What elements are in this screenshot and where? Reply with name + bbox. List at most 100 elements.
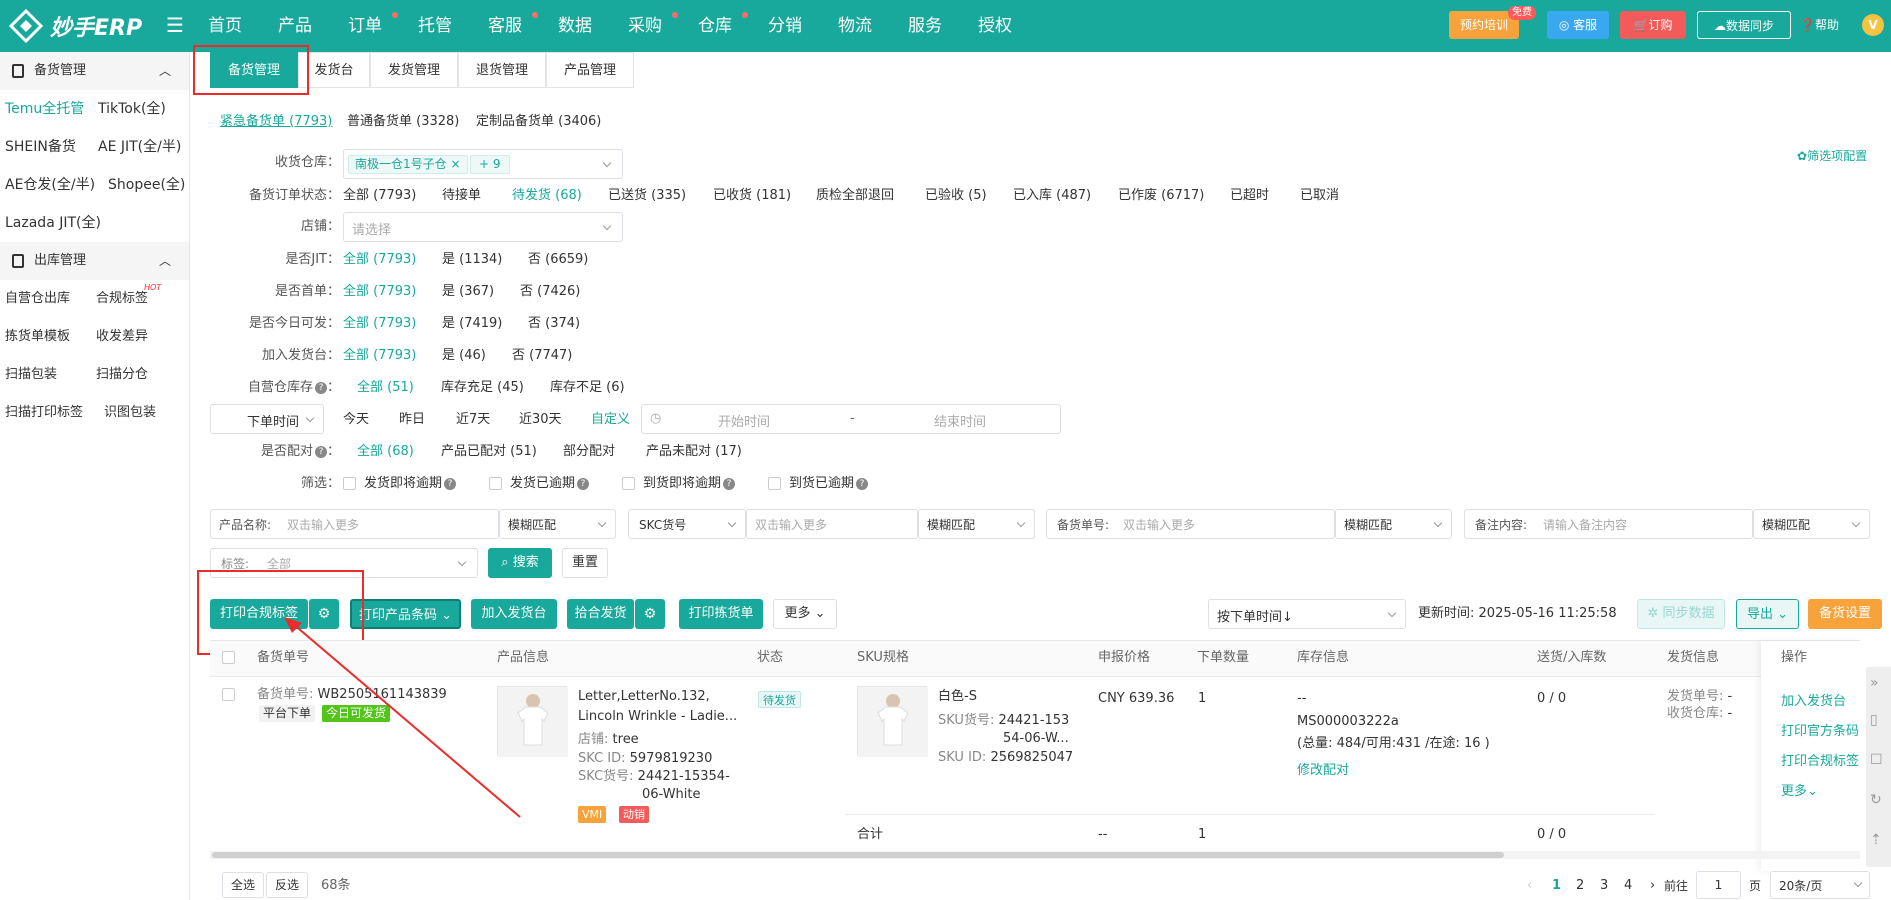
checkbox-arrive-overdue[interactable]	[768, 477, 781, 490]
sidebar-group-outbound[interactable]: 出库管理 ︿	[0, 242, 189, 280]
nav-logistics[interactable]: 物流	[830, 0, 880, 52]
more-actions-button[interactable]: 更多 ⌄	[773, 599, 837, 629]
nav-data[interactable]: 数据	[550, 0, 600, 52]
desk-no[interactable]: 否 (7747)	[512, 346, 572, 366]
op-print-barcode[interactable]: 打印官方条码	[1781, 723, 1859, 741]
status-delivered[interactable]: 已送货 (335)	[608, 186, 686, 206]
today-all[interactable]: 全部 (7793)	[343, 314, 416, 334]
checkbox-ship-soon[interactable]	[343, 477, 356, 490]
order-match-select[interactable]: 模糊匹配	[1335, 509, 1452, 539]
nav-services[interactable]: 服务	[900, 0, 950, 52]
nav-purchase[interactable]: 采购	[620, 0, 678, 52]
today-yes[interactable]: 是 (7419)	[442, 314, 502, 334]
page-1[interactable]: 1	[1552, 876, 1561, 896]
brand-logo[interactable]: 妙手ERP	[8, 8, 142, 44]
nav-order[interactable]: 订单	[340, 0, 398, 52]
desk-yes[interactable]: 是 (46)	[442, 346, 486, 366]
order-no-field[interactable]: 备货单号: 双击输入更多	[1046, 509, 1335, 539]
data-sync-button[interactable]: ☁数据同步	[1697, 11, 1791, 39]
nav-auth[interactable]: 授权	[970, 0, 1020, 52]
sidebar-group-stock[interactable]: 备货管理 ︿	[0, 52, 189, 90]
help-icon[interactable]: ?	[577, 477, 590, 490]
time-custom[interactable]: 自定义	[591, 410, 630, 430]
sidebar-item-compliance-label[interactable]: 合规标签	[96, 289, 148, 309]
next-page-icon[interactable]: ›	[1650, 876, 1655, 896]
prev-page-icon[interactable]: ‹	[1527, 876, 1532, 896]
time-today[interactable]: 今天	[343, 410, 369, 430]
status-stocked[interactable]: 已入库 (487)	[1013, 186, 1091, 206]
tab-shipping[interactable]: 发货管理	[370, 52, 458, 88]
sidebar-item-diff[interactable]: 收发差异	[96, 327, 148, 347]
checkbox-arrive-soon[interactable]	[622, 477, 635, 490]
stock-all[interactable]: 全部 (51)	[357, 378, 414, 398]
help-icon[interactable]: ?	[314, 445, 327, 458]
skc-match-select[interactable]: 模糊匹配	[918, 509, 1035, 539]
skc-type-select[interactable]: SKC货号	[628, 509, 746, 539]
jit-yes[interactable]: 是 (1134)	[442, 250, 502, 270]
feedback-icon[interactable]: ☐	[1870, 752, 1883, 768]
first-no[interactable]: 否 (7426)	[520, 282, 580, 302]
sidebar-item-temu[interactable]: Temu全托管	[5, 99, 84, 119]
subtab-custom[interactable]: 定制品备货单 (3406)	[476, 112, 601, 132]
tag-select[interactable]: 标签: 全部	[210, 548, 478, 578]
help-icon[interactable]: ?	[723, 477, 736, 490]
page-2[interactable]: 2	[1576, 876, 1584, 896]
sidebar-item-pick-template[interactable]: 拣货单模板	[5, 327, 70, 347]
status-returned[interactable]: 质检全部退回	[816, 186, 894, 206]
reset-button[interactable]: 重置	[562, 548, 608, 578]
status-inspected[interactable]: 已验收 (5)	[925, 186, 987, 206]
order-button[interactable]: 🛒订购	[1620, 11, 1686, 39]
nav-distribution[interactable]: 分销	[760, 0, 810, 52]
collapse-icon[interactable]: »	[1870, 675, 1879, 691]
row-checkbox[interactable]	[222, 688, 235, 701]
first-yes[interactable]: 是 (367)	[442, 282, 494, 302]
help-icon[interactable]: ?	[856, 477, 869, 490]
today-no[interactable]: 否 (374)	[528, 314, 580, 334]
note-match-select[interactable]: 模糊匹配	[1753, 509, 1870, 539]
desk-all[interactable]: 全部 (7793)	[343, 346, 416, 366]
page-input[interactable]: 1	[1696, 871, 1741, 899]
help-icon[interactable]: ?	[314, 381, 327, 394]
help-icon[interactable]: ?	[444, 477, 457, 490]
skc-input[interactable]: 双击输入更多	[746, 509, 918, 539]
first-all[interactable]: 全部 (7793)	[343, 282, 416, 302]
match-partial[interactable]: 部分配对	[563, 442, 615, 462]
select-all-button[interactable]: 全选	[222, 872, 264, 898]
sync-data-button[interactable]: ✲ 同步数据	[1637, 599, 1725, 629]
note-field[interactable]: 备注内容: 请输入备注内容	[1464, 509, 1753, 539]
sidebar-item-scan-split[interactable]: 扫描分仓	[96, 365, 148, 385]
product-match-select[interactable]: 模糊匹配	[499, 509, 616, 539]
checkbox-ship-overdue[interactable]	[489, 477, 502, 490]
menu-toggle-icon[interactable]: ☰	[166, 14, 186, 36]
sidebar-item-image-pack[interactable]: 识图包装	[104, 403, 156, 423]
status-timeout[interactable]: 已超时	[1230, 186, 1269, 206]
subtab-normal[interactable]: 普通备货单 (3328)	[347, 112, 459, 132]
status-pending-accept[interactable]: 待接单	[442, 186, 481, 206]
tab-products[interactable]: 产品管理	[546, 52, 634, 88]
op-more[interactable]: 更多⌄	[1781, 783, 1818, 801]
tab-returns[interactable]: 退货管理	[458, 52, 546, 88]
stock-settings-button[interactable]: 备货设置	[1808, 599, 1882, 629]
phone-icon[interactable]: ▯	[1870, 712, 1878, 728]
nav-service[interactable]: 客服	[480, 0, 538, 52]
avatar[interactable]: V	[1862, 14, 1884, 36]
jit-no[interactable]: 否 (6659)	[528, 250, 588, 270]
sku-image[interactable]	[857, 686, 928, 757]
nav-product[interactable]: 产品	[270, 0, 320, 52]
time-7days[interactable]: 近7天	[456, 410, 490, 430]
help-link[interactable]: ❓帮助	[1800, 16, 1839, 33]
sidebar-item-self-outbound[interactable]: 自营仓出库	[5, 289, 70, 309]
op-add-desk[interactable]: 加入发货台	[1781, 693, 1846, 711]
warehouse-select[interactable]: 南极一仓1号子仓 × + 9	[343, 149, 623, 179]
shop-select[interactable]: 请选择	[343, 212, 623, 242]
service-button[interactable]: ◎ 客服	[1547, 11, 1609, 39]
select-all-checkbox[interactable]	[222, 651, 235, 664]
date-range-picker[interactable]: ◷ 开始时间 - 结束时间	[641, 404, 1061, 434]
page-4[interactable]: 4	[1624, 876, 1632, 896]
page-3[interactable]: 3	[1600, 876, 1608, 896]
time-30days[interactable]: 近30天	[519, 410, 562, 430]
status-all[interactable]: 全部 (7793)	[343, 186, 416, 206]
sidebar-item-shopee[interactable]: Shopee(全)	[108, 175, 185, 195]
sidebar-item-aejit[interactable]: AE JIT(全/半)	[98, 137, 181, 157]
invert-select-button[interactable]: 反选	[266, 872, 308, 898]
